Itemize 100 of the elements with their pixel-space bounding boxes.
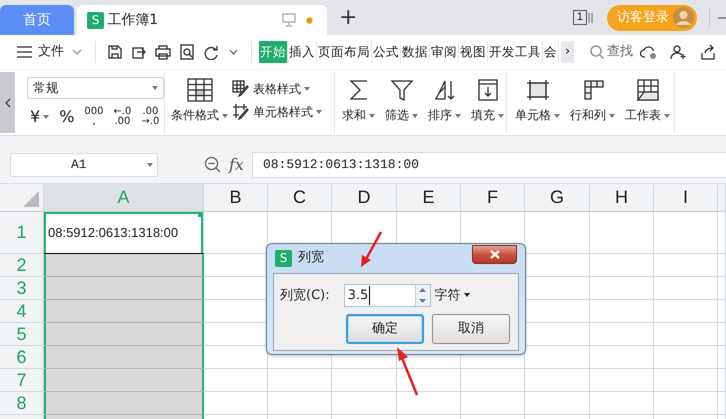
- chevron-down-icon: [72, 49, 82, 55]
- format-button[interactable]: 000 ,: [84, 106, 104, 128]
- column-header[interactable]: D: [332, 184, 397, 212]
- ok-button[interactable]: 确定: [346, 314, 424, 344]
- print-icon[interactable]: [155, 44, 171, 60]
- up-arrow-icon: [419, 288, 426, 292]
- ribbon-tab[interactable]: 开发工具: [488, 40, 543, 64]
- column-header[interactable]: I: [654, 184, 718, 212]
- bars-icon: [588, 12, 593, 24]
- cell-button[interactable]: 单元格: [515, 72, 560, 134]
- rows-columns-button[interactable]: 行和列: [570, 72, 615, 134]
- file-menu[interactable]: 文件: [38, 42, 64, 62]
- format-button[interactable]: .00 →.0: [141, 106, 160, 128]
- down-arrow-icon: [419, 298, 426, 303]
- unit-dropdown[interactable]: 字符: [434, 286, 470, 306]
- search-button[interactable]: 查找: [607, 42, 634, 62]
- number-format-dropdown[interactable]: 常规: [27, 77, 164, 99]
- grid-cell: [525, 300, 590, 323]
- sort-icon: [432, 78, 456, 102]
- column-header[interactable]: F: [461, 184, 525, 212]
- fill-button[interactable]: 填充: [471, 72, 504, 134]
- grid-cell: [268, 392, 332, 415]
- ribbon-tab[interactable]: 页面布局: [317, 40, 372, 64]
- grid-cell: [590, 392, 654, 415]
- insert-function-button[interactable]: fx: [229, 152, 244, 176]
- new-tab-button[interactable]: +: [339, 6, 358, 28]
- sort-button[interactable]: 排序: [428, 72, 461, 134]
- grid-cell: [654, 369, 718, 392]
- style-button[interactable]: 表格样式: [232, 80, 322, 97]
- grid-cell: [397, 369, 461, 392]
- worksheet-icon: [636, 78, 660, 102]
- redo-icon[interactable]: [203, 44, 219, 60]
- ribbon-tab[interactable]: 数据: [401, 40, 430, 64]
- spinner-control[interactable]: [414, 285, 430, 306]
- sum-button[interactable]: 求和: [342, 72, 375, 134]
- unsaved-dot-icon: [306, 16, 313, 24]
- grid-cell: [590, 346, 654, 369]
- add-user-icon[interactable]: [670, 44, 686, 60]
- arrow-annotation: [397, 347, 418, 396]
- save-icon[interactable]: [107, 44, 123, 60]
- filter-button[interactable]: 筛选: [385, 72, 418, 134]
- cell-text: 08:5912:0613:1318:00: [44, 212, 204, 254]
- fill-handle[interactable]: [198, 212, 203, 217]
- caret-icon: [147, 162, 153, 166]
- grid-cell: [461, 392, 525, 415]
- style-button[interactable]: 单元格样式: [232, 103, 322, 120]
- name-box[interactable]: A1: [10, 152, 158, 176]
- column-header[interactable]: G: [525, 184, 590, 212]
- grid-cell: [461, 369, 525, 392]
- chevron-left-icon: [4, 98, 10, 108]
- zoom-out-icon[interactable]: [204, 156, 221, 173]
- menu-icon[interactable]: [17, 46, 32, 58]
- column-header[interactable]: C: [268, 184, 332, 212]
- grid-cell: [525, 369, 590, 392]
- print-preview-icon[interactable]: [179, 44, 195, 60]
- cancel-button[interactable]: 取消: [432, 314, 510, 344]
- avatar-icon: [673, 7, 694, 28]
- fill-down-icon: [476, 78, 500, 102]
- format-button[interactable]: ←.0 .00: [113, 106, 132, 128]
- more-tabs-button[interactable]: ›: [561, 41, 574, 63]
- format-button[interactable]: %: [59, 109, 74, 125]
- tab[interactable]: S 工作簿1: [77, 5, 327, 35]
- arrow-annotation: [361, 231, 382, 267]
- column-header[interactable]: E: [397, 184, 461, 212]
- ribbon-tab[interactable]: 会: [543, 40, 559, 64]
- column-header[interactable]: B: [204, 184, 268, 212]
- ribbon-tab[interactable]: 插入: [288, 40, 317, 64]
- grid-cell: [590, 254, 654, 277]
- ribbon-tab[interactable]: 公式: [372, 40, 401, 64]
- cell-icon: [526, 78, 550, 102]
- cloud-icon[interactable]: [640, 44, 656, 60]
- grid-cell: [525, 323, 590, 346]
- width-input[interactable]: 3.5: [344, 284, 431, 307]
- close-button[interactable]: [472, 245, 517, 264]
- ribbon-tab[interactable]: 视图: [459, 40, 488, 64]
- grid-cell: [590, 277, 654, 300]
- conditional-format-button[interactable]: 条件格式: [171, 72, 228, 134]
- grid-cell: [654, 323, 718, 346]
- close-icon: [490, 250, 500, 259]
- chevron-down-icon[interactable]: [229, 49, 238, 55]
- format-button[interactable]: ¥: [30, 109, 50, 125]
- grid-cell: [654, 392, 718, 415]
- field-label: 列宽(C):: [280, 286, 330, 305]
- column-header[interactable]: H: [590, 184, 654, 212]
- grid-cell: [525, 254, 590, 277]
- monitor-icon: [282, 13, 296, 27]
- ribbon-tab[interactable]: 审阅: [430, 40, 459, 64]
- grid-cell: [654, 346, 718, 369]
- share-icon[interactable]: [700, 44, 716, 60]
- grid-cell: [654, 300, 718, 323]
- funnel-icon: [390, 78, 414, 102]
- grid-cell: [590, 300, 654, 323]
- sheet-button[interactable]: 工作表: [625, 72, 670, 134]
- grid-cell: [654, 254, 718, 277]
- grid-cell: [590, 212, 654, 254]
- grid-cell: [525, 212, 590, 254]
- formula-field[interactable]: 08:5912:0613:1318:00: [252, 152, 726, 178]
- grid-cell: [268, 369, 332, 392]
- grid-cell: [590, 369, 654, 392]
- grid-cell: [332, 392, 397, 415]
